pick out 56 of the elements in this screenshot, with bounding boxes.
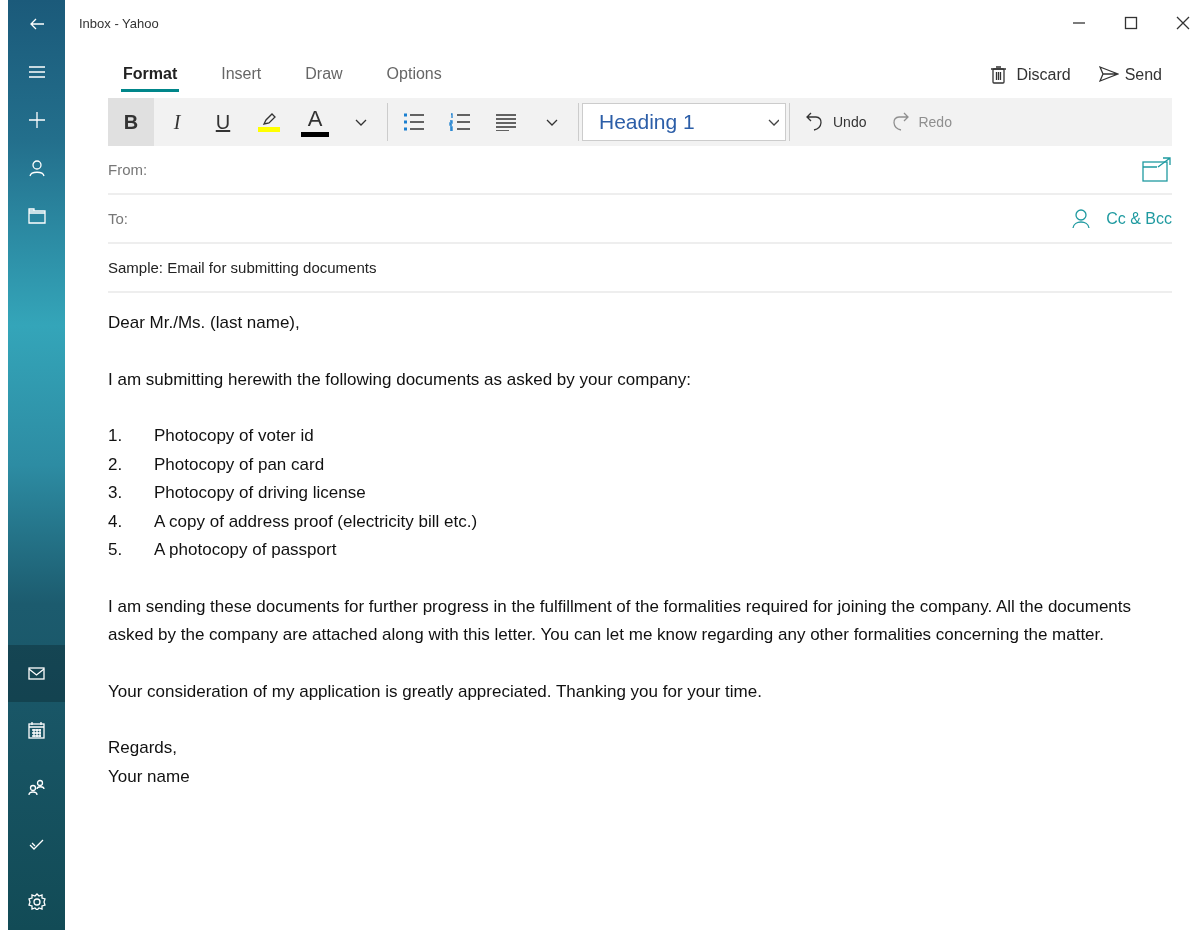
bold-button[interactable]: B: [108, 98, 154, 146]
send-icon: [1098, 65, 1119, 84]
list-item: Photocopy of driving license: [154, 482, 366, 504]
from-label: From:: [108, 161, 148, 178]
style-dropdown[interactable]: Heading 1: [582, 103, 786, 141]
caret-icon: [354, 117, 368, 127]
pen-icon: [261, 112, 277, 125]
settings-icon: [27, 893, 46, 910]
italic-button[interactable]: I: [154, 98, 200, 146]
add-icon: [27, 111, 46, 129]
folder-icon: [27, 207, 46, 225]
ribbon-tab[interactable]: Insert: [219, 61, 264, 92]
popout-window-icon[interactable]: [1142, 156, 1172, 183]
text-line: Regards,: [108, 737, 178, 759]
menu-icon: [27, 63, 46, 81]
undo-icon: [805, 112, 825, 132]
list-number: 4.: [108, 510, 124, 533]
align-left-icon: [495, 113, 517, 131]
paragraph: Your consideration of my application is greatly appreciated. Thanking you for your time.: [108, 680, 763, 703]
caret-icon: [767, 118, 779, 126]
mail-icon: [27, 665, 46, 682]
paragraph: Dear Mr./Ms. (last name),: [108, 312, 301, 334]
underline-button[interactable]: U: [200, 98, 246, 146]
numbered-list-icon: [449, 113, 471, 131]
to-label: To:: [108, 210, 128, 227]
cc-bcc-button[interactable]: Cc & Bcc: [1106, 209, 1172, 228]
paragraph: I am sending these documents for further progress in the fulfillment of the formalities required for joining the company. All the documents asked by the company are attached along with this letter. You can let me know regarding any other formalities concerning the matter.: [108, 595, 1133, 646]
redo-icon: [890, 112, 911, 132]
text-line: Your name: [108, 765, 191, 788]
bullet-list-icon: [403, 113, 425, 131]
undo-button[interactable]: Undo: [793, 98, 879, 146]
caret-icon: [545, 117, 559, 127]
list-number: 2.: [108, 453, 124, 476]
subject-field[interactable]: Sample: Email for submitting documents: [108, 259, 377, 276]
list-item: A photocopy of passport: [154, 539, 337, 561]
calendar-icon: [27, 722, 46, 739]
person-icon[interactable]: [1072, 208, 1091, 229]
list-item: Photocopy of pan card: [154, 453, 325, 476]
close-icon[interactable]: [1176, 16, 1190, 30]
discard-button[interactable]: Discard: [990, 65, 1071, 84]
paragraph: I am submitting herewith the following documents as asked by your company:: [108, 368, 692, 391]
ribbon-tab[interactable]: Draw: [303, 61, 345, 92]
window-title: Inbox - Yahoo: [79, 15, 159, 31]
list-item: Photocopy of voter id: [154, 425, 314, 447]
font-color-button[interactable]: A: [292, 98, 338, 146]
send-button[interactable]: Send: [1098, 65, 1162, 84]
list-item: A copy of address proof (electricity bill etc.): [154, 510, 478, 533]
list-number: 5.: [108, 539, 124, 561]
mail-nav-button[interactable]: [8, 645, 65, 702]
ribbon-tab[interactable]: Options: [384, 61, 444, 92]
ribbon-tab[interactable]: Format: [121, 61, 180, 92]
maximize-icon[interactable]: [1124, 16, 1138, 30]
person-icon: [27, 159, 46, 177]
list-number: 3.: [108, 482, 124, 504]
list-number: 1.: [108, 425, 124, 447]
people-icon: [27, 779, 46, 796]
